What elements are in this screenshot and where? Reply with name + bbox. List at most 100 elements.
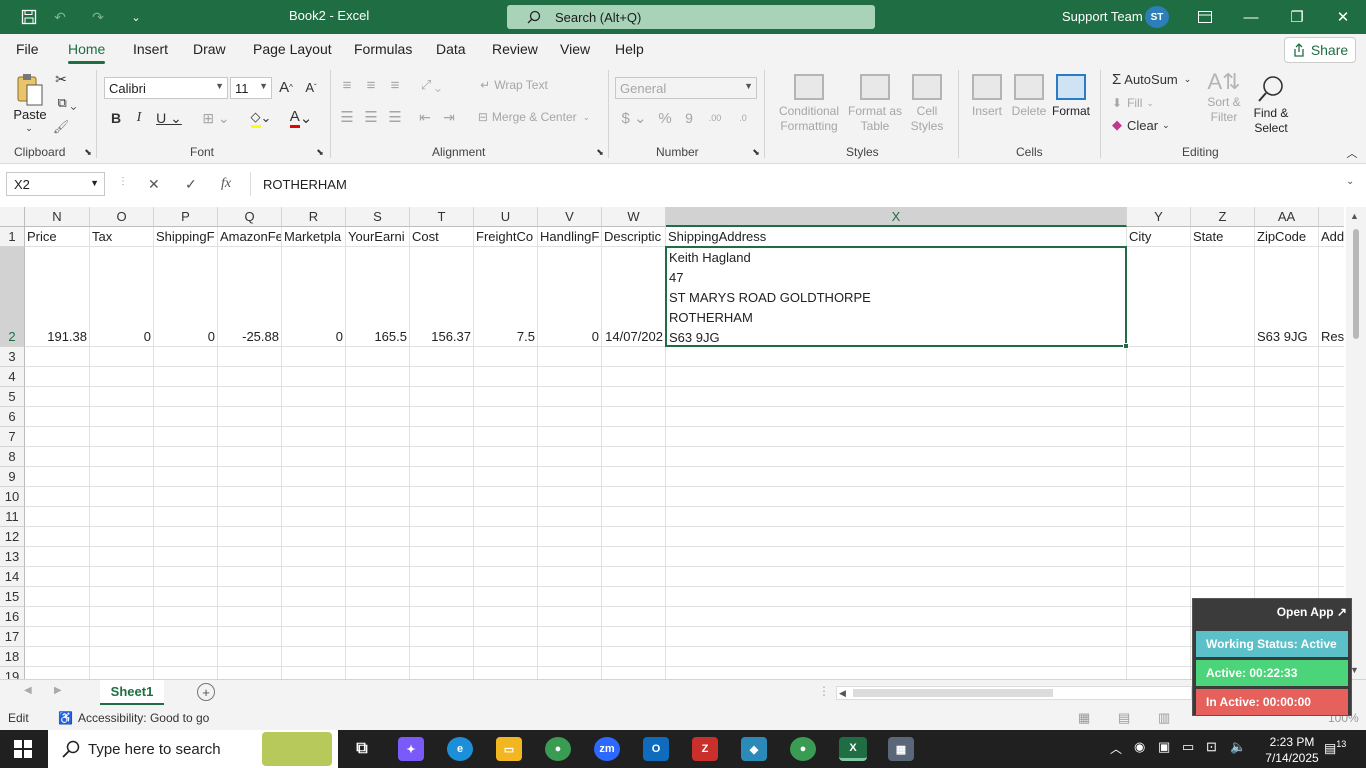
cell[interactable] bbox=[1319, 367, 1344, 387]
cell[interactable] bbox=[1191, 387, 1255, 407]
cell[interactable] bbox=[218, 547, 282, 567]
cell[interactable] bbox=[474, 567, 538, 587]
taskbar-search[interactable]: Type here to search bbox=[48, 730, 338, 768]
cell[interactable] bbox=[474, 507, 538, 527]
cell[interactable] bbox=[1127, 667, 1191, 679]
cell[interactable] bbox=[218, 447, 282, 467]
format-as-table-button[interactable]: Format as Table bbox=[846, 74, 904, 134]
cell[interactable]: S63 9JG bbox=[1255, 247, 1319, 347]
cell[interactable]: 156.37 bbox=[410, 247, 474, 347]
row-header[interactable]: 18 bbox=[0, 647, 25, 667]
cell[interactable] bbox=[1127, 487, 1191, 507]
cell[interactable] bbox=[666, 607, 1127, 627]
cell[interactable] bbox=[346, 607, 410, 627]
sort-filter-button[interactable]: A⇅ Sort & Filter bbox=[1200, 71, 1248, 125]
cell[interactable] bbox=[346, 507, 410, 527]
splitter-icon[interactable]: ⋮ bbox=[818, 684, 830, 698]
show-hidden-icons[interactable]: ︿ bbox=[1110, 740, 1122, 757]
cell[interactable] bbox=[1255, 567, 1319, 587]
cell[interactable] bbox=[282, 667, 346, 679]
close-button[interactable]: ✕ bbox=[1320, 0, 1366, 34]
cell[interactable] bbox=[90, 587, 154, 607]
cell[interactable] bbox=[602, 647, 666, 667]
cell[interactable] bbox=[1319, 507, 1344, 527]
cell[interactable] bbox=[282, 387, 346, 407]
cell[interactable] bbox=[602, 447, 666, 467]
cell[interactable]: ShippingF bbox=[154, 227, 218, 247]
row-header[interactable]: 3 bbox=[0, 347, 25, 367]
select-all-corner[interactable] bbox=[0, 207, 25, 227]
cell[interactable] bbox=[218, 627, 282, 647]
cell[interactable] bbox=[218, 587, 282, 607]
save-icon[interactable] bbox=[19, 8, 39, 26]
chrome-profile-icon[interactable]: ● bbox=[790, 737, 816, 761]
cell[interactable] bbox=[154, 407, 218, 427]
cell[interactable] bbox=[1191, 427, 1255, 447]
cell[interactable] bbox=[1127, 567, 1191, 587]
tab-insert[interactable]: Insert bbox=[133, 41, 168, 57]
cell[interactable] bbox=[1255, 367, 1319, 387]
cell[interactable] bbox=[474, 527, 538, 547]
ribbon-display-icon[interactable] bbox=[1182, 0, 1228, 34]
cell[interactable] bbox=[90, 347, 154, 367]
italic-button[interactable]: I bbox=[131, 108, 147, 128]
cell[interactable] bbox=[538, 587, 602, 607]
cell[interactable] bbox=[282, 547, 346, 567]
cell[interactable] bbox=[666, 447, 1127, 467]
font-name-combo[interactable]: Calibri ▼ bbox=[104, 77, 228, 99]
cell[interactable] bbox=[1319, 547, 1344, 567]
cell[interactable] bbox=[666, 547, 1127, 567]
cell[interactable] bbox=[282, 507, 346, 527]
cell[interactable] bbox=[666, 507, 1127, 527]
number-launcher-icon[interactable]: ⬊ bbox=[750, 146, 762, 158]
cell[interactable] bbox=[538, 647, 602, 667]
cell[interactable] bbox=[90, 527, 154, 547]
cell[interactable] bbox=[666, 587, 1127, 607]
cell[interactable] bbox=[1191, 527, 1255, 547]
cell[interactable] bbox=[154, 627, 218, 647]
decrease-indent-icon[interactable]: ⇤ bbox=[416, 108, 434, 126]
cell[interactable] bbox=[474, 647, 538, 667]
alignment-launcher-icon[interactable]: ⬊ bbox=[594, 146, 606, 158]
row-header[interactable]: 5 bbox=[0, 387, 25, 407]
cell[interactable]: 7.5 bbox=[474, 247, 538, 347]
cell[interactable] bbox=[474, 467, 538, 487]
cell[interactable] bbox=[90, 387, 154, 407]
cell[interactable] bbox=[154, 547, 218, 567]
cell[interactable] bbox=[25, 567, 90, 587]
cell[interactable] bbox=[90, 647, 154, 667]
format-painter-icon[interactable]: 🖌 bbox=[52, 118, 70, 136]
cell[interactable] bbox=[218, 607, 282, 627]
cell[interactable] bbox=[666, 647, 1127, 667]
cell[interactable] bbox=[1127, 447, 1191, 467]
paste-dropdown-icon[interactable]: ⌄ bbox=[22, 122, 36, 134]
cell[interactable] bbox=[218, 567, 282, 587]
cell[interactable]: YourEarni bbox=[346, 227, 410, 247]
bold-button[interactable]: B bbox=[108, 108, 124, 128]
tab-formulas[interactable]: Formulas bbox=[354, 41, 412, 57]
wrap-text-button[interactable]: ↵ Wrap Text bbox=[474, 76, 554, 94]
cell[interactable] bbox=[474, 427, 538, 447]
cell[interactable] bbox=[1191, 467, 1255, 487]
decrease-font-icon[interactable]: Aˇ bbox=[301, 77, 321, 97]
page-layout-view-icon[interactable]: ▤ bbox=[1118, 710, 1130, 726]
active-cell-editor[interactable]: Keith Hagland 47 ST MARYS ROAD GOLDTHORPE R… bbox=[665, 246, 1129, 349]
cell[interactable] bbox=[602, 467, 666, 487]
cell[interactable] bbox=[410, 627, 474, 647]
cell[interactable] bbox=[1319, 467, 1344, 487]
cancel-icon[interactable]: ✕ bbox=[148, 176, 160, 193]
cell[interactable] bbox=[602, 627, 666, 647]
page-break-view-icon[interactable]: ▥ bbox=[1158, 710, 1170, 726]
chrome-icon[interactable]: ● bbox=[545, 737, 571, 761]
cell[interactable] bbox=[218, 507, 282, 527]
clipboard-launcher-icon[interactable]: ⬊ bbox=[82, 146, 94, 158]
cell[interactable] bbox=[90, 447, 154, 467]
fill-handle[interactable] bbox=[1123, 343, 1129, 349]
font-launcher-icon[interactable]: ⬊ bbox=[314, 146, 326, 158]
cell[interactable] bbox=[602, 667, 666, 679]
windows-start-icon[interactable] bbox=[14, 740, 32, 761]
cell[interactable]: HandlingF bbox=[538, 227, 602, 247]
cell[interactable] bbox=[602, 407, 666, 427]
cell[interactable] bbox=[154, 667, 218, 679]
cell[interactable] bbox=[474, 387, 538, 407]
